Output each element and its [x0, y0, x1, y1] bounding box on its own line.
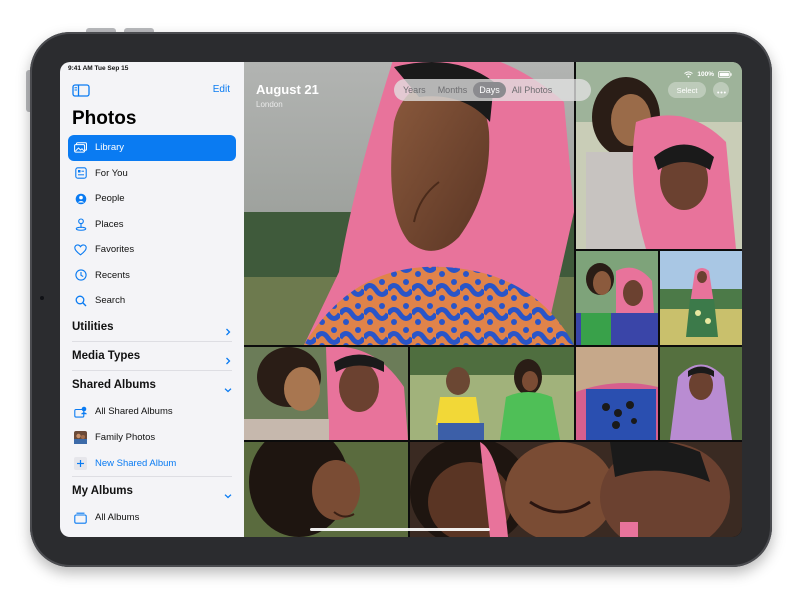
- photo-tile[interactable]: [244, 442, 408, 537]
- new-shared-album-button[interactable]: New Shared Album: [68, 451, 236, 476]
- for-you-icon: [74, 167, 87, 180]
- sidebar-item-label: Places: [95, 218, 124, 230]
- sidebar-item-library[interactable]: Library: [68, 135, 236, 161]
- sidebar-item-label: People: [95, 193, 125, 205]
- sidebar-nav: Library For You People Places Favorites …: [60, 135, 244, 314]
- shared-album-label: Family Photos: [95, 432, 156, 443]
- sidebar: 9:41 AM Tue Sep 15 Edit Photos Library F…: [60, 62, 244, 537]
- sidebar-item-favorites[interactable]: Favorites: [68, 237, 236, 263]
- photo-tile[interactable]: [576, 347, 658, 440]
- sidebar-toggle-icon[interactable]: [72, 84, 90, 97]
- photo-tile[interactable]: [410, 442, 742, 537]
- my-album-label: All Albums: [95, 512, 140, 523]
- sidebar-item-search[interactable]: Search: [68, 288, 236, 314]
- more-button[interactable]: [713, 82, 729, 98]
- tab-months[interactable]: Months: [432, 82, 474, 98]
- sidebar-item-places[interactable]: Places: [68, 212, 236, 238]
- shared-albums-icon: [74, 405, 87, 418]
- places-icon: [74, 218, 87, 231]
- section-label: Shared Albums: [72, 379, 156, 391]
- sidebar-item-label: For You: [95, 167, 128, 179]
- tab-days[interactable]: Days: [473, 82, 506, 98]
- sidebar-title: Photos: [72, 108, 137, 129]
- photo-tile[interactable]: [660, 251, 742, 345]
- album-thumbnail: [74, 431, 87, 444]
- select-button[interactable]: Select: [668, 82, 706, 98]
- tab-years[interactable]: Years: [397, 82, 432, 98]
- search-icon: [74, 294, 87, 307]
- photo-tile[interactable]: [244, 347, 408, 440]
- sidebar-item-people[interactable]: People: [68, 186, 236, 212]
- albums-icon: [74, 511, 87, 524]
- people-icon: [74, 192, 87, 205]
- date-location: London: [256, 100, 283, 109]
- heart-icon: [74, 243, 87, 256]
- photo-tile[interactable]: [576, 251, 658, 345]
- shared-album-label: All Shared Albums: [95, 406, 173, 417]
- section-my-albums[interactable]: My Albums: [72, 477, 232, 505]
- shared-album-item-all[interactable]: All Shared Albums: [68, 399, 236, 424]
- chevron-right-icon: [224, 352, 232, 365]
- photo-tile[interactable]: [660, 347, 742, 440]
- date-title: August 21: [256, 82, 319, 97]
- section-shared-albums[interactable]: Shared Albums: [72, 371, 232, 399]
- home-indicator[interactable]: [310, 528, 490, 531]
- tab-all-photos[interactable]: All Photos: [506, 82, 559, 98]
- sidebar-item-label: Favorites: [95, 244, 135, 256]
- section-label: Media Types: [72, 350, 141, 362]
- chevron-down-icon: [224, 487, 232, 499]
- plus-icon: [74, 457, 87, 470]
- view-segmented-control: Years Months Days All Photos: [394, 79, 591, 101]
- ipad-screen: 9:41 AM Tue Sep 15 Edit Photos Library F…: [60, 62, 742, 537]
- ellipsis-icon: [716, 81, 726, 99]
- photo-hero[interactable]: [244, 62, 574, 345]
- new-shared-album-label: New Shared Album: [95, 458, 177, 469]
- section-utilities[interactable]: Utilities: [72, 313, 232, 341]
- status-time-date: 9:41 AM Tue Sep 15: [68, 65, 129, 72]
- battery-percent: 100%: [697, 70, 714, 78]
- section-media-types[interactable]: Media Types: [72, 342, 232, 370]
- photo-grid: 100% August 21 London Years Months Days …: [244, 62, 742, 537]
- section-label: Utilities: [72, 321, 114, 333]
- library-icon: [74, 141, 87, 154]
- photo-tile[interactable]: [410, 347, 574, 440]
- chevron-down-icon: [224, 381, 232, 393]
- wifi-icon: [684, 65, 694, 83]
- section-label: My Albums: [72, 485, 133, 497]
- chevron-right-icon: [224, 323, 232, 336]
- sidebar-item-label: Search: [95, 295, 126, 307]
- camera-icon: [40, 296, 44, 300]
- my-album-item-all[interactable]: All Albums: [68, 505, 236, 530]
- sidebar-item-for-you[interactable]: For You: [68, 161, 236, 187]
- sidebar-item-recents[interactable]: Recents: [68, 263, 236, 289]
- edit-button[interactable]: Edit: [213, 84, 230, 95]
- shared-album-item-family[interactable]: Family Photos: [68, 425, 236, 450]
- sidebar-item-label: Recents: [95, 269, 130, 281]
- clock-icon: [74, 269, 87, 282]
- sidebar-item-label: Library: [95, 142, 125, 154]
